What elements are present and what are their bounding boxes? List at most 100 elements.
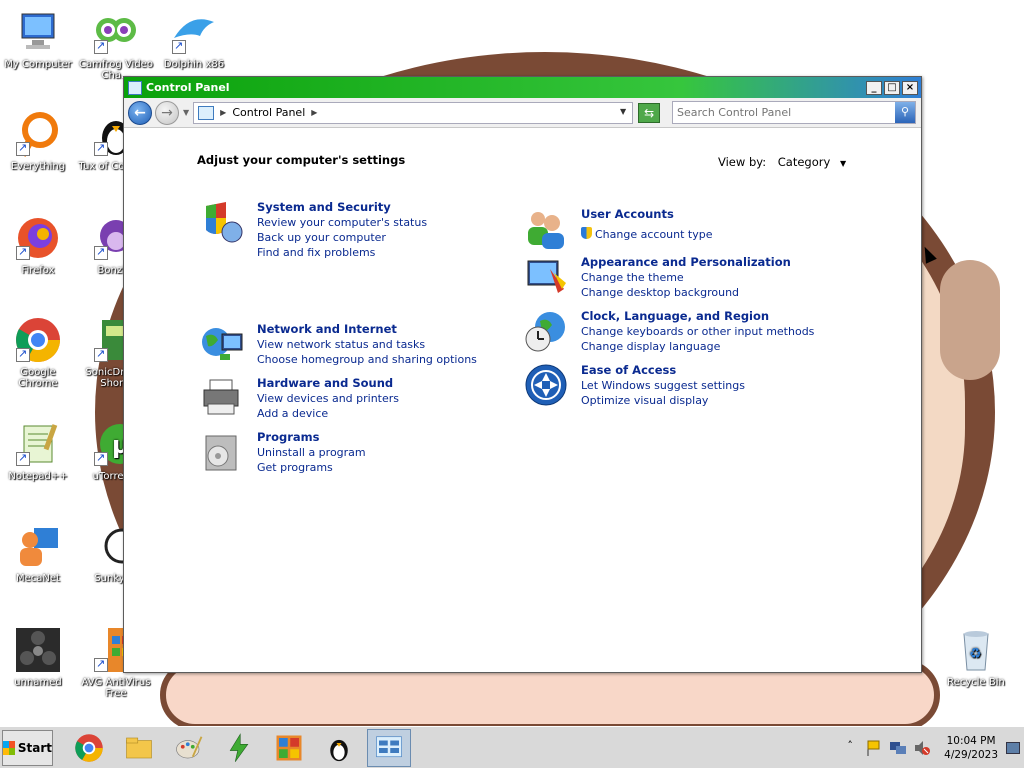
appearance-icon[interactable] [524,255,568,299]
desktop-icon-firefox[interactable]: Firefox [0,214,76,276]
control-panel-window: Control Panel _ □ × ← → ▼ ▶ Control Pane… [123,76,922,673]
shortcut-arrow-icon [172,39,186,54]
taskbar-chrome[interactable] [67,729,111,767]
desktop-icon-my-computer[interactable]: My Computer [0,8,76,70]
shortcut-arrow-icon [94,245,108,260]
desktop-icon-everything[interactable]: Everything [0,110,76,172]
address-dropdown-icon[interactable]: ▼ [620,107,626,116]
link-change-background[interactable]: Change desktop background [581,285,791,300]
category-ease-of-access: Ease of Access Let Windows suggest setti… [524,363,745,408]
taskbar-explorer[interactable] [117,729,161,767]
address-toolbar: ← → ▼ ▶ Control Panel ▶ ▼ ⇆ ⚲ [124,98,921,128]
category-title[interactable]: Programs [257,430,366,445]
show-hidden-icons-button[interactable]: ˄ [841,739,859,757]
fidget-spinner-icon [14,626,62,674]
link-network-status[interactable]: View network status and tasks [257,337,477,352]
link-change-display-language[interactable]: Change display language [581,339,814,354]
breadcrumb-separator-icon[interactable]: ▶ [220,108,226,117]
desktop-icon-google-chrome[interactable]: Google Chrome [0,316,76,389]
link-change-account-type[interactable]: Change account type [581,227,713,242]
taskbar-avg[interactable] [267,729,311,767]
content-area: Adjust your computer's settings View by:… [124,128,921,671]
control-panel-icon [376,735,402,757]
desktop-icon-camfrog[interactable]: Camfrog Video Cha... [78,8,154,81]
close-button[interactable]: × [902,80,918,95]
breadcrumb-control-panel[interactable]: Control Panel [232,106,305,119]
search-icon[interactable]: ⚲ [895,102,915,123]
svg-text:♻: ♻ [969,646,982,662]
link-change-theme[interactable]: Change the theme [581,270,791,285]
window-title: Control Panel [146,81,230,94]
dolphin-icon [170,8,218,56]
start-button[interactable]: Start [2,729,53,766]
clock-globe-icon[interactable] [524,309,568,353]
camfrog-icon [92,8,140,56]
search-input[interactable] [673,102,895,123]
view-by-label: View by: [718,155,767,169]
shortcut-arrow-icon [94,141,108,156]
control-panel-icon [198,105,215,120]
programs-icon[interactable] [200,430,244,474]
clock[interactable]: 10:04 PM 4/29/2023 [944,734,998,762]
category-title[interactable]: Hardware and Sound [257,376,399,391]
address-bar[interactable]: ▶ Control Panel ▶ ▼ [193,101,634,124]
shield-icon[interactable] [200,200,244,244]
shortcut-arrow-icon [16,141,30,156]
page-heading: Adjust your computer's settings [197,153,406,167]
link-optimize-display[interactable]: Optimize visual display [581,393,745,408]
refresh-button[interactable]: ⇆ [638,102,661,123]
desktop-icon-unnamed[interactable]: unnamed [0,626,76,688]
desktop-icon-mecanet[interactable]: MecaNet [0,522,76,584]
category-title[interactable]: User Accounts [581,207,713,222]
category-title[interactable]: System and Security [257,200,427,215]
link-suggest-settings[interactable]: Let Windows suggest settings [581,378,745,393]
window-controls: _ □ × [866,80,921,95]
chrome-icon [75,733,103,762]
title-bar[interactable]: Control Panel _ □ × [124,77,921,98]
category-title[interactable]: Ease of Access [581,363,745,378]
action-center-flag-icon[interactable] [865,739,883,757]
users-icon[interactable] [524,207,568,251]
link-review-status[interactable]: Review your computer's status [257,215,427,230]
category-title[interactable]: Network and Internet [257,322,477,337]
taskbar-winamp[interactable] [217,729,261,767]
breadcrumb-separator-icon[interactable]: ▶ [311,108,317,117]
category-title[interactable]: Appearance and Personalization [581,255,791,270]
link-devices-printers[interactable]: View devices and printers [257,391,399,406]
link-get-programs[interactable]: Get programs [257,460,366,475]
recent-pages-dropdown-icon[interactable]: ▼ [183,108,189,117]
link-uninstall[interactable]: Uninstall a program [257,445,366,460]
link-change-keyboards[interactable]: Change keyboards or other input methods [581,324,814,339]
clock-date: 4/29/2023 [944,748,998,761]
category-user-accounts: User Accounts Change account type [524,207,713,251]
link-find-fix[interactable]: Find and fix problems [257,245,427,260]
desktop-icon-notepad-plus-plus[interactable]: Notepad++ [0,420,76,482]
category-title[interactable]: Clock, Language, and Region [581,309,814,324]
ease-of-access-icon[interactable] [524,363,568,407]
desktop-icon-recycle-bin[interactable]: ♻ Recycle Bin [938,626,1014,688]
maximize-button[interactable]: □ [884,80,900,95]
link-add-device[interactable]: Add a device [257,406,399,421]
network-icon[interactable] [889,739,907,757]
taskbar-tux[interactable] [317,729,361,767]
taskbar-paint[interactable] [167,729,211,767]
printer-icon[interactable] [200,376,244,420]
show-desktop-button[interactable] [1006,741,1020,754]
back-button[interactable]: ← [128,100,152,125]
volume-muted-icon[interactable] [913,739,931,757]
chrome-icon [14,316,62,364]
computer-icon [14,8,62,56]
search-box[interactable]: ⚲ [672,101,916,124]
shortcut-arrow-icon [94,39,108,54]
desktop-icon-dolphin[interactable]: Dolphin x86 [156,8,232,70]
taskbar-control-panel[interactable] [367,728,411,767]
globe-network-icon[interactable] [200,322,244,366]
link-back-up[interactable]: Back up your computer [257,230,427,245]
penguin-icon [330,739,348,761]
category-clock-language: Clock, Language, and Region Change keybo… [524,309,814,354]
minimize-button[interactable]: _ [866,80,882,95]
link-homegroup[interactable]: Choose homegroup and sharing options [257,352,477,367]
forward-button[interactable]: → [155,100,179,125]
view-by-dropdown[interactable]: Category [778,155,831,169]
chevron-down-icon[interactable]: ▼ [840,159,846,168]
